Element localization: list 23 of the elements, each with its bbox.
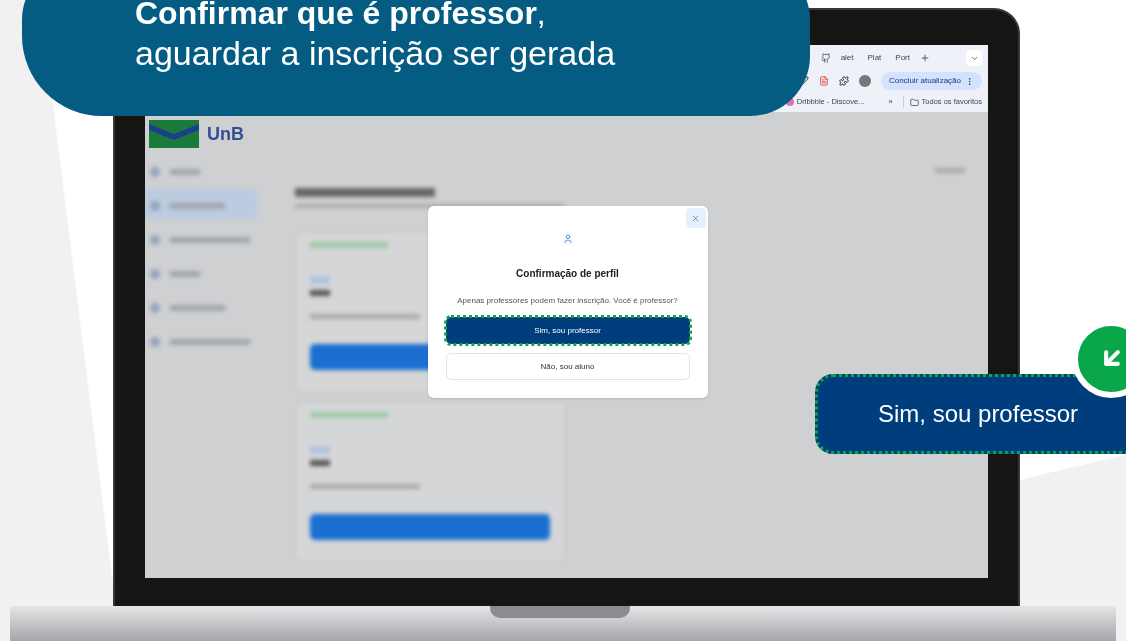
extensions-icon[interactable] (838, 76, 849, 86)
decline-button[interactable]: Não, sou aluno (445, 353, 690, 380)
update-button[interactable]: Concluir atualização (880, 72, 982, 90)
document-icon[interactable] (818, 76, 829, 86)
callout-label: Sim, sou professor (878, 399, 1079, 429)
close-button[interactable] (685, 208, 706, 228)
folder-icon (909, 97, 919, 107)
close-icon (691, 213, 700, 223)
new-tab-icon[interactable] (920, 53, 930, 63)
more-icon (965, 76, 974, 86)
github-icon (820, 53, 831, 63)
confirm-button[interactable]: Sim, sou professor (445, 317, 690, 344)
browser-tab[interactable]: Plat (863, 52, 886, 64)
banner-subtitle: aguardar a inscrição ser gerada (135, 33, 617, 74)
banner-title: Confirmar que é professor, (135, 0, 547, 32)
modal-message: Apenas professores podem fazer inscrição. Você é professor? (457, 295, 678, 307)
modal-title: Confirmação de perfil (516, 267, 619, 281)
browser-tab[interactable]: alet (836, 52, 858, 64)
user-icon (562, 234, 573, 244)
profile-avatar[interactable] (858, 75, 871, 87)
browser-tab[interactable]: Port (891, 52, 914, 64)
logo-icon (149, 120, 199, 148)
logo-text: UnB (207, 122, 244, 146)
